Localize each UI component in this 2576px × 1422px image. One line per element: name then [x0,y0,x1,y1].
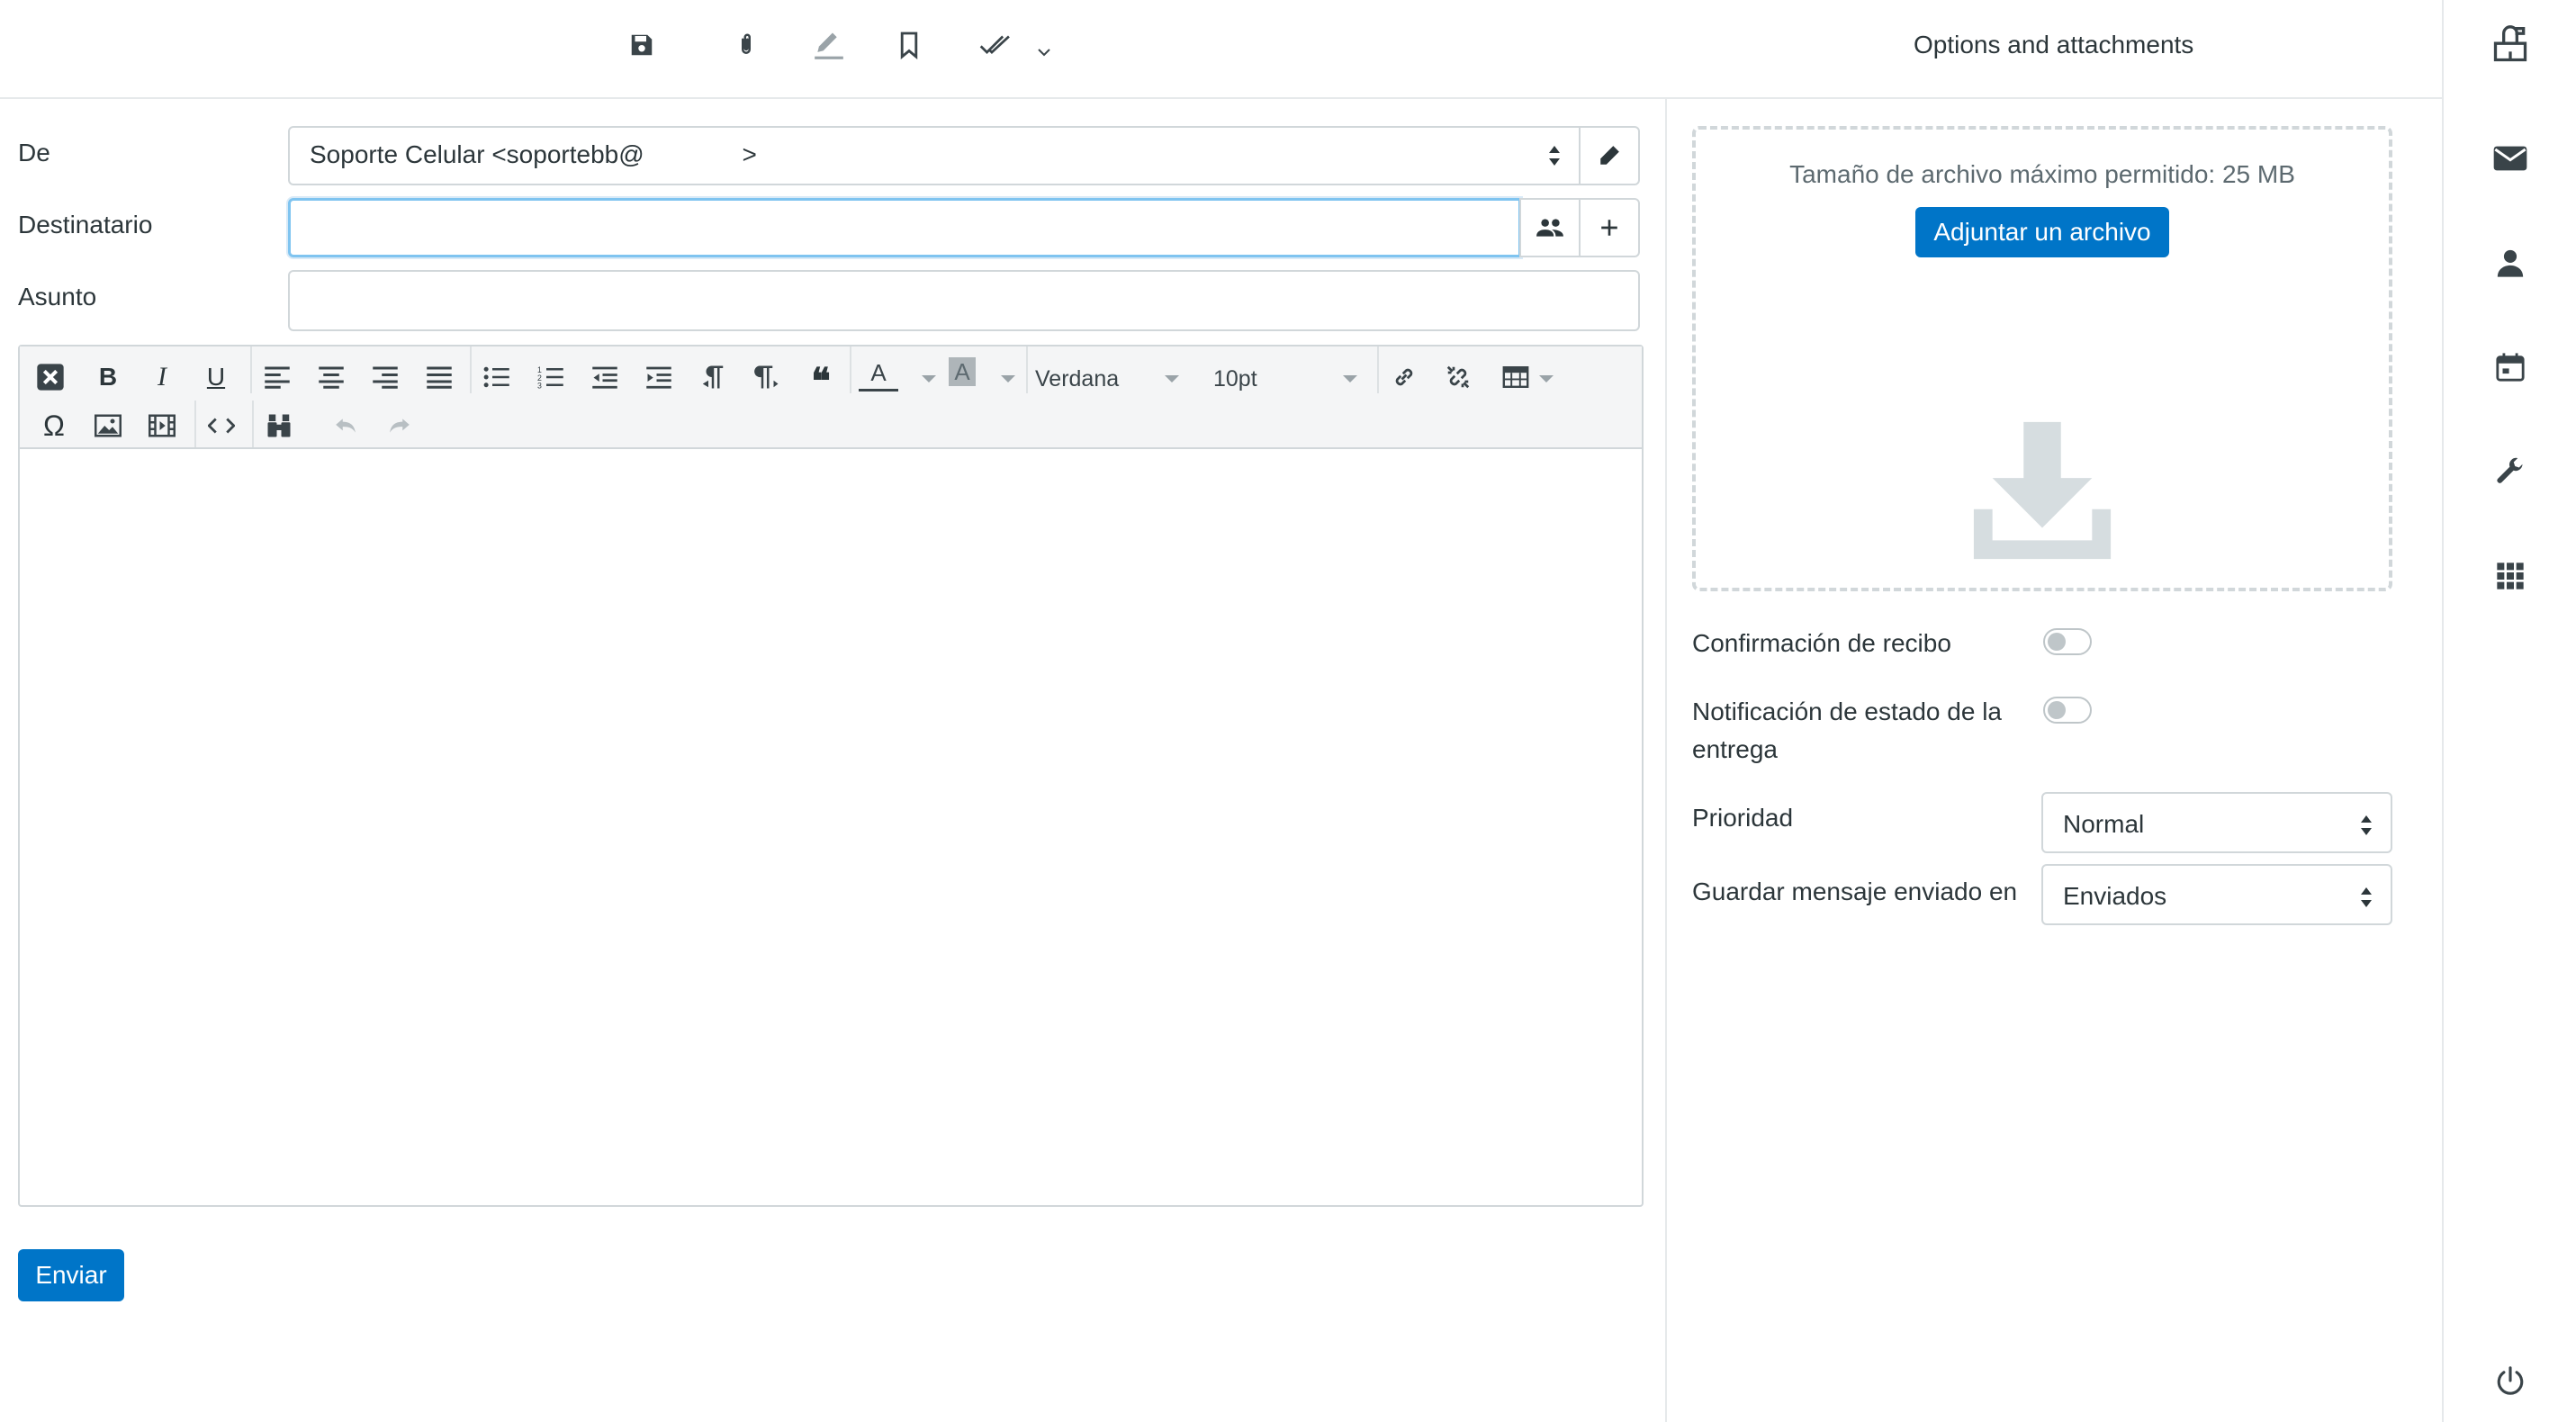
select-arrows-icon [2360,814,2373,837]
background-color-icon[interactable]: A [949,357,976,386]
font-family-caret[interactable] [1165,375,1179,382]
blockquote-icon[interactable]: ❝ [801,357,841,401]
compose-toolbar: Options and attachments [0,0,2442,99]
delivery-status-label: Notificación de estado de la entrega [1692,698,2002,763]
logout-icon[interactable] [2483,1354,2537,1408]
svg-text:3: 3 [537,382,542,391]
text-color-dropdown-caret[interactable] [922,375,936,382]
special-char-icon[interactable]: Ω [34,406,74,446]
media-icon[interactable] [142,406,182,446]
undo-icon[interactable] [326,406,365,446]
align-center-icon[interactable] [311,357,351,397]
subject-input[interactable] [288,270,1640,331]
text-color-icon[interactable]: A [859,357,898,392]
image-icon[interactable] [88,406,128,446]
source-code-icon[interactable] [202,406,241,446]
indent-icon[interactable] [639,357,679,397]
save-sent-value: Enviados [2063,882,2167,910]
redo-icon[interactable] [380,406,419,446]
return-receipt-label: Confirmación de recibo [1692,629,1951,657]
mail-icon[interactable] [2483,131,2537,185]
right-navigation [2442,0,2576,1422]
max-file-size-text: Tamaño de archivo máximo permitido: 25 M… [1789,160,2295,188]
message-body[interactable] [20,449,1642,1205]
message-editor: B I U 123 ❝ A A Verdana 10pt Ω [18,345,1644,1207]
subject-label: Asunto [18,283,97,310]
from-value: Soporte Celular <soportebb@ > [310,140,757,168]
to-label: Destinatario [18,211,153,238]
pencil-icon [1600,146,1619,165]
align-justify-icon[interactable] [419,357,459,397]
double-check-icon[interactable] [976,25,1015,65]
panel-divider [1665,99,1667,1422]
font-size-select[interactable]: 10pt [1213,366,1257,392]
from-select[interactable]: Soporte Celular <soportebb@ > [288,126,1581,185]
chevron-down-icon[interactable] [1024,32,1064,72]
contacts-icon[interactable] [2483,236,2537,290]
align-right-icon[interactable] [365,357,405,397]
unlink-icon[interactable] [1438,357,1478,397]
plus-icon [1601,220,1617,236]
priority-select[interactable]: Normal [2041,792,2392,853]
outdent-icon[interactable] [585,357,625,397]
clear-format-icon[interactable] [31,357,70,397]
link-icon[interactable] [1384,357,1424,397]
paperclip-icon[interactable] [726,25,766,65]
find-replace-icon[interactable] [259,406,299,446]
save-sent-select[interactable]: Enviados [2041,864,2392,925]
italic-icon[interactable]: I [142,357,182,397]
priority-value: Normal [2063,810,2145,838]
ltr-icon[interactable] [693,357,733,397]
options-panel-title: Options and attachments [1914,31,2194,58]
toggle-knob [2048,633,2066,651]
table-icon[interactable] [1496,357,1536,397]
bookmark-icon[interactable] [889,25,929,65]
settings-icon[interactable] [2483,445,2537,499]
table-dropdown-caret[interactable] [1539,375,1554,382]
apps-icon[interactable] [2483,549,2537,603]
return-receipt-toggle[interactable] [2043,628,2092,655]
attach-file-button[interactable]: Adjuntar un archivo [1915,207,2169,257]
bold-icon[interactable]: B [88,357,128,397]
editor-toolbar: B I U 123 ❝ A A Verdana 10pt Ω [20,346,1642,449]
underline-icon[interactable]: U [196,357,236,397]
edit-identity-button[interactable] [1579,126,1640,185]
attachment-dropzone[interactable]: Tamaño de archivo máximo permitido: 25 M… [1692,126,2392,591]
select-arrows-icon [1548,144,1561,167]
save-sent-label: Guardar mensaje enviado en [1692,878,2018,905]
delivery-status-toggle[interactable] [2043,697,2092,724]
bullet-list-icon[interactable] [477,357,517,397]
add-header-button[interactable] [1579,198,1640,257]
contacts-group-icon [1536,219,1563,237]
calendar-icon[interactable] [2483,340,2537,394]
background-color-dropdown-caret[interactable] [1001,375,1015,382]
numbered-list-icon[interactable]: 123 [531,357,571,397]
from-label: De [18,139,50,166]
download-icon [1968,416,2117,565]
toggle-knob [2048,701,2066,719]
align-left-icon[interactable] [257,357,297,397]
priority-label: Prioridad [1692,804,1794,832]
mailbox-icon[interactable] [2483,18,2537,72]
send-button[interactable]: Enviar [18,1249,124,1301]
font-family-select[interactable]: Verdana [1035,366,1119,392]
address-book-button[interactable] [1519,198,1581,257]
save-icon[interactable] [622,25,662,65]
to-input[interactable] [288,198,1521,257]
signature-icon[interactable] [809,25,849,65]
font-size-caret[interactable] [1343,375,1357,382]
select-arrows-icon [2360,886,2373,909]
rtl-icon[interactable] [747,357,787,397]
